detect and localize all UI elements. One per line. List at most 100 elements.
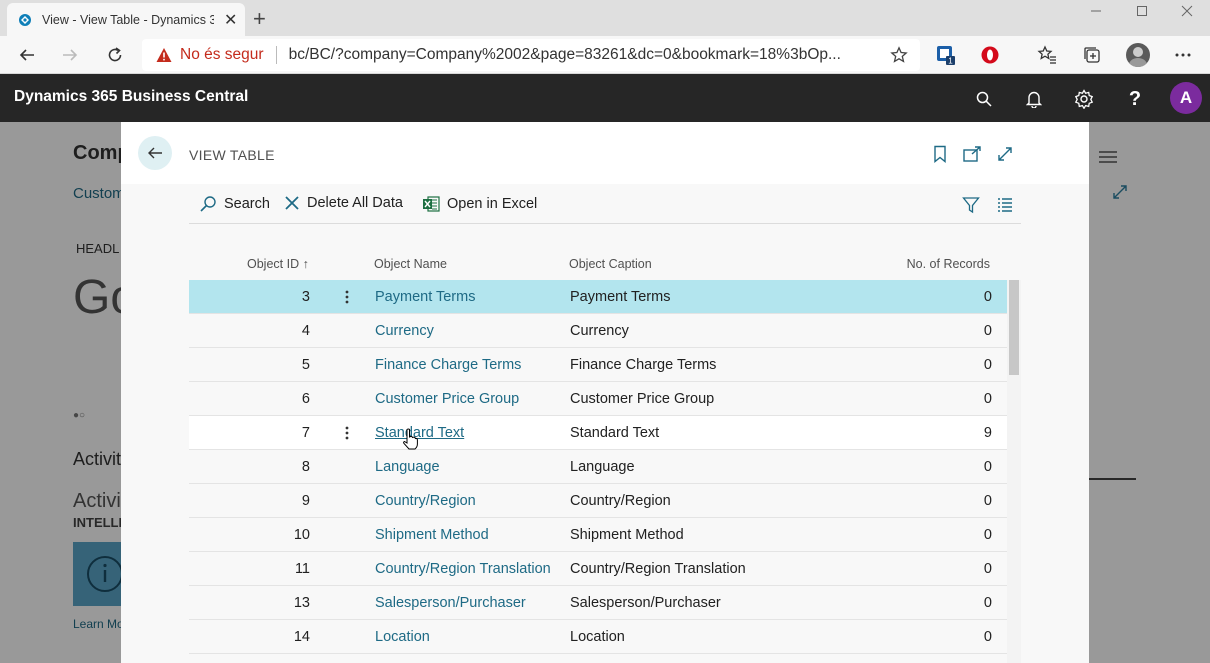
dynamics-favicon-icon: [19, 13, 31, 26]
list-view-button[interactable]: [997, 196, 1020, 212]
cell-object-id: 6: [301, 391, 310, 407]
cell-object-caption: Shipment Method: [570, 527, 684, 543]
minimize-icon[interactable]: [1073, 0, 1119, 22]
open-new-window-icon[interactable]: [963, 145, 981, 163]
gear-icon[interactable]: [1073, 88, 1095, 110]
bell-icon[interactable]: [1023, 88, 1045, 110]
cell-object-name-link[interactable]: Currency: [375, 323, 434, 339]
dialog-header: VIEW TABLE: [121, 122, 1089, 184]
cell-no-of-records: 0: [983, 527, 992, 543]
security-warning-text[interactable]: No és segur: [180, 46, 264, 64]
address-bar[interactable]: No és segur bc/BC/?company=Company%2002&…: [142, 39, 920, 71]
table-rows: 3 Payment Terms Payment Terms 0 4 Curren…: [189, 280, 1007, 654]
cell-object-caption: Customer Price Group: [570, 391, 715, 407]
table-row[interactable]: 11 Country/Region Translation Country/Re…: [189, 552, 1007, 586]
close-window-icon[interactable]: [1164, 0, 1210, 22]
table-row[interactable]: 8 Language Language 0: [189, 450, 1007, 484]
back-button[interactable]: [138, 136, 172, 170]
url-text[interactable]: bc/BC/?company=Company%2002&page=83261&d…: [289, 46, 873, 64]
cell-no-of-records: 0: [983, 561, 992, 577]
cell-object-name-link[interactable]: Finance Charge Terms: [375, 357, 521, 373]
svg-text:1: 1: [948, 57, 953, 66]
cell-object-name-link[interactable]: Country/Region: [375, 493, 476, 509]
help-icon[interactable]: ?: [1124, 88, 1146, 110]
cell-object-id: 5: [301, 357, 310, 373]
column-header-object-id[interactable]: Object ID ↑: [247, 257, 309, 271]
cell-object-caption: Standard Text: [570, 425, 660, 441]
view-table-dialog: VIEW TABLE Search Delete All Data Open i…: [121, 122, 1089, 663]
browser-toolbar: No és segur bc/BC/?company=Company%2002&…: [0, 36, 1210, 74]
cell-object-name-link[interactable]: Country/Region Translation: [375, 561, 551, 577]
cell-no-of-records: 0: [983, 629, 992, 645]
table-row[interactable]: 10 Shipment Method Shipment Method 0: [189, 518, 1007, 552]
cell-object-id: 3: [301, 289, 310, 305]
cell-object-id: 10: [293, 527, 310, 543]
more-menu-icon[interactable]: [1172, 44, 1194, 66]
new-tab-icon[interactable]: +: [253, 6, 266, 32]
profile-avatar-icon[interactable]: [1126, 43, 1150, 67]
favorites-icon[interactable]: [1036, 44, 1058, 66]
scrollbar-thumb[interactable]: [1009, 280, 1019, 375]
dialog-title: VIEW TABLE: [189, 147, 275, 163]
app-title[interactable]: Dynamics 365 Business Central: [14, 88, 248, 106]
table-row[interactable]: 13 Salesperson/Purchaser Salesperson/Pur…: [189, 586, 1007, 620]
cell-no-of-records: 0: [983, 595, 992, 611]
cell-object-id: 4: [301, 323, 310, 339]
row-menu-icon[interactable]: [339, 287, 355, 307]
back-arrow-icon[interactable]: [14, 42, 40, 68]
search-icon[interactable]: [973, 88, 995, 110]
cell-object-caption: Location: [570, 629, 625, 645]
search-button[interactable]: Search: [199, 195, 270, 213]
warning-icon: [156, 48, 172, 62]
tab-close-icon[interactable]: ✕: [224, 10, 237, 30]
expand-icon[interactable]: [996, 145, 1014, 163]
open-in-excel-button[interactable]: Open in Excel: [422, 195, 537, 213]
cell-no-of-records: 0: [983, 323, 992, 339]
omnibox-divider: [275, 46, 277, 64]
favorite-star-icon[interactable]: [890, 46, 908, 64]
bookmark-icon[interactable]: [931, 145, 949, 163]
refresh-icon[interactable]: [102, 42, 128, 68]
cell-object-id: 14: [293, 629, 310, 645]
search-label: Search: [224, 196, 270, 212]
column-header-no-of-records[interactable]: No. of Records: [907, 257, 990, 271]
cell-object-name-link[interactable]: Payment Terms: [375, 289, 475, 305]
excel-icon: [423, 196, 440, 212]
delete-all-data-button[interactable]: Delete All Data: [284, 195, 403, 211]
extension-badge-icon[interactable]: 1: [935, 44, 957, 66]
table-row[interactable]: 5 Finance Charge Terms Finance Charge Te…: [189, 348, 1007, 382]
cell-object-id: 8: [301, 459, 310, 475]
user-avatar[interactable]: A: [1170, 82, 1202, 114]
opera-extension-icon[interactable]: [979, 44, 1001, 66]
forward-arrow-icon[interactable]: [57, 42, 83, 68]
cell-object-id: 11: [294, 561, 310, 577]
cell-no-of-records: 0: [983, 493, 992, 509]
table-row[interactable]: 4 Currency Currency 0: [189, 314, 1007, 348]
column-header-object-caption[interactable]: Object Caption: [569, 257, 652, 271]
cell-object-name-link[interactable]: Salesperson/Purchaser: [375, 595, 526, 611]
collections-icon[interactable]: [1081, 44, 1103, 66]
maximize-icon[interactable]: [1119, 0, 1165, 22]
cell-object-name-link[interactable]: Location: [375, 629, 430, 645]
cell-object-name-link[interactable]: Shipment Method: [375, 527, 489, 543]
table-row[interactable]: 3 Payment Terms Payment Terms 0: [189, 280, 1007, 314]
browser-tab[interactable]: View - View Table - Dynamics 365 Busines…: [7, 3, 245, 36]
cell-no-of-records: 9: [983, 425, 992, 441]
table-row[interactable]: 7 Standard Text Standard Text 9: [189, 416, 1007, 450]
cell-object-caption: Country/Region: [570, 493, 671, 509]
cell-object-name-link[interactable]: Language: [375, 459, 440, 475]
search-icon: [200, 196, 216, 212]
filter-button[interactable]: [962, 196, 987, 214]
table-row[interactable]: 6 Customer Price Group Customer Price Gr…: [189, 382, 1007, 416]
table-row[interactable]: 9 Country/Region Country/Region 0: [189, 484, 1007, 518]
row-menu-icon[interactable]: [339, 423, 355, 443]
table-row[interactable]: 14 Location Location 0: [189, 620, 1007, 654]
cell-object-name-link[interactable]: Customer Price Group: [375, 391, 519, 407]
cell-no-of-records: 0: [983, 289, 992, 305]
column-header-object-name[interactable]: Object Name: [374, 257, 447, 271]
cell-object-caption: Country/Region Translation: [570, 561, 746, 577]
cell-object-name-link[interactable]: Standard Text: [375, 425, 464, 441]
cell-object-caption: Language: [570, 459, 635, 475]
cell-object-id: 13: [293, 595, 310, 611]
action-bar: Search Delete All Data Open in Excel: [189, 186, 1021, 224]
